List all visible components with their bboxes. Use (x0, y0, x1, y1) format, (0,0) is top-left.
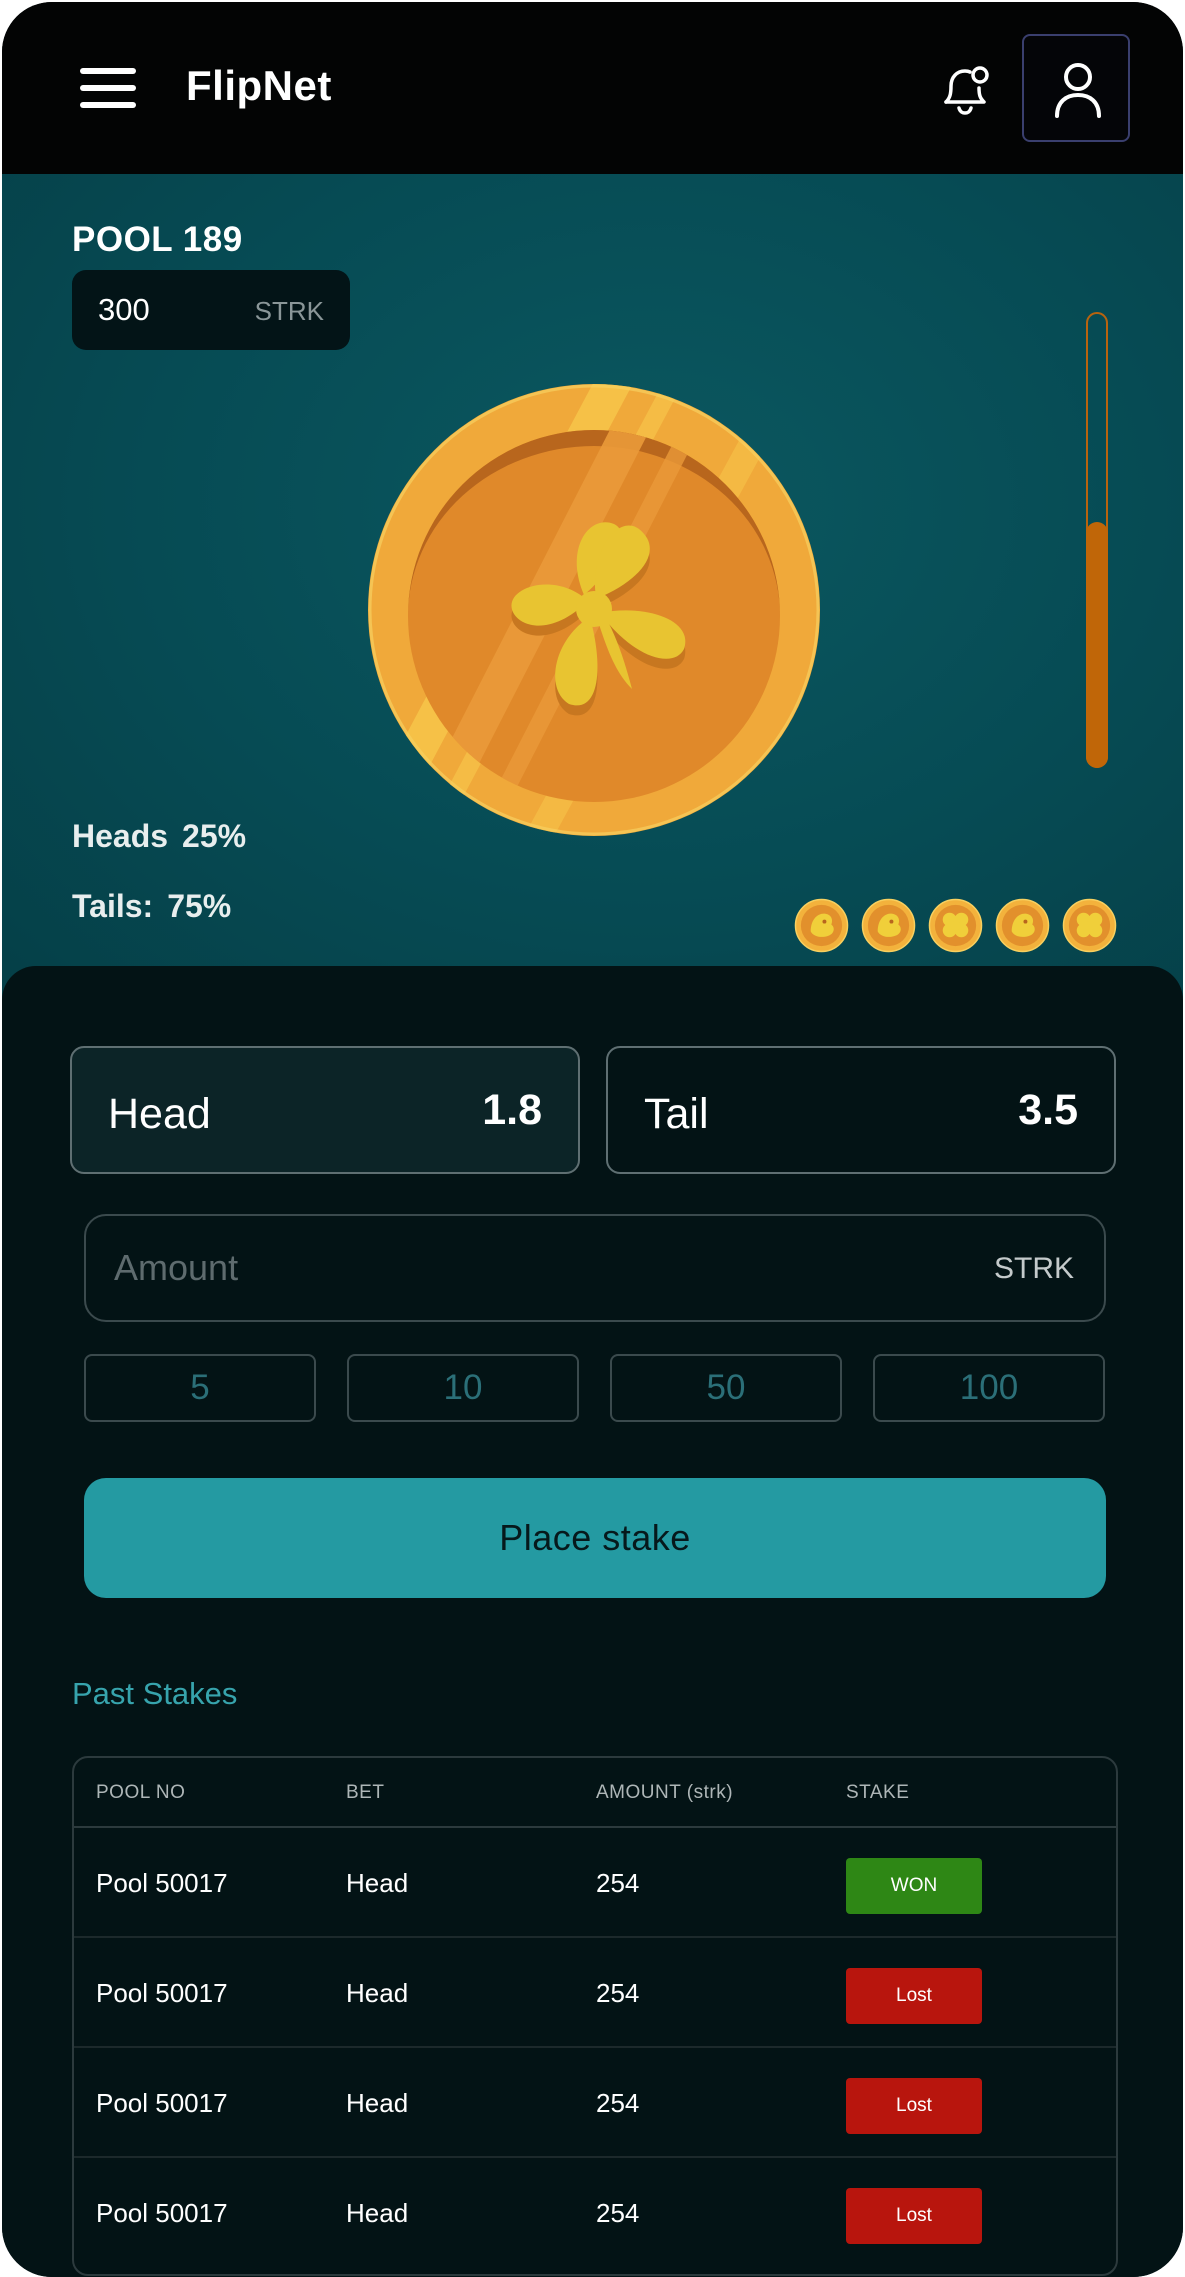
status-badge: Lost (846, 2078, 982, 2134)
table-row: Pool 50017 Head 254 Lost (74, 2048, 1116, 2158)
stake-panel: Head 1.8 Tail 3.5 STRK 5 10 50 100 Place… (2, 966, 1183, 2277)
quick-amount-100-button[interactable]: 100 (873, 1354, 1105, 1422)
pool-progress-fill (1086, 522, 1108, 768)
bet-cell: Head (346, 2088, 409, 2118)
head-label: Head (108, 1090, 211, 1138)
amount-cell: 254 (596, 2198, 640, 2228)
pool-hero: POOL 189 300 STRK Heads 25% Tails: 75% (2, 174, 1183, 1004)
head-option-button[interactable]: Head 1.8 (70, 1046, 580, 1174)
past-stakes-table: POOL NO BET AMOUNT (strk) STAKE Pool 500… (72, 1756, 1118, 2276)
recent-flips (794, 898, 1117, 954)
app-title: FlipNet (186, 62, 332, 109)
tails-pct: 75% (167, 888, 232, 924)
pool-cell: Pool 50017 (96, 2198, 228, 2228)
bet-cell: Head (346, 1868, 409, 1898)
column-header-amount: AMOUNT (strk) (596, 1782, 734, 1803)
pool-cell: Pool 50017 (96, 1978, 228, 2008)
heads-label: Heads (72, 818, 169, 854)
pool-cell: Pool 50017 (96, 1868, 228, 1898)
face-coin-icon (861, 898, 916, 953)
tail-option-button[interactable]: Tail 3.5 (606, 1046, 1116, 1174)
face-coin-icon (995, 898, 1050, 953)
column-header-stake: STAKE (846, 1782, 910, 1803)
heads-percentage: Heads 25% (72, 818, 246, 855)
heads-pct: 25% (182, 818, 247, 854)
clover-coin-icon (928, 898, 983, 953)
face-coin-icon (794, 898, 849, 953)
amount-cell: 254 (596, 2088, 640, 2118)
place-stake-button[interactable]: Place stake (84, 1478, 1106, 1598)
clover-coin-icon (1062, 898, 1117, 953)
pool-title: POOL 189 (72, 220, 243, 259)
tail-label: Tail (644, 1090, 709, 1138)
table-row: Pool 50017 Head 254 Lost (74, 1938, 1116, 2048)
bell-icon (944, 66, 989, 115)
table-header: POOL NO BET AMOUNT (strk) STAKE (74, 1758, 1116, 1828)
amount-cell: 254 (596, 1978, 640, 2008)
menu-icon-bar (80, 85, 136, 91)
user-icon (1055, 63, 1101, 118)
bet-cell: Head (346, 2198, 409, 2228)
app-screen: FlipNet POOL 189 300 STRK Heads 25% Tail… (2, 2, 1183, 2277)
status-badge: Lost (846, 1968, 982, 2024)
past-stakes-title: Past Stakes (72, 1676, 238, 1711)
table-row: Pool 50017 Head 254 WON (74, 1828, 1116, 1938)
amount-field: STRK (84, 1214, 1106, 1322)
quick-amount-10-button[interactable]: 10 (347, 1354, 579, 1422)
tails-percentage: Tails: 75% (72, 888, 231, 925)
menu-icon (80, 68, 136, 74)
bet-cell: Head (346, 1978, 409, 2008)
head-odd: 1.8 (482, 1086, 542, 1134)
tails-label: Tails: (72, 888, 154, 924)
pool-amount-box: 300 STRK (72, 270, 350, 350)
status-badge: Lost (846, 2188, 982, 2244)
pool-progress-bar (1086, 312, 1108, 768)
status-badge: WON (846, 1858, 982, 1914)
table-row: Pool 50017 Head 254 Lost (74, 2158, 1116, 2268)
quick-amount-5-button[interactable]: 5 (84, 1354, 316, 1422)
notification-button[interactable] (934, 58, 996, 120)
column-header-pool: POOL NO (96, 1782, 186, 1803)
amount-unit: STRK (993, 1252, 1074, 1285)
top-bar: FlipNet (2, 2, 1183, 174)
pool-amount-value: 300 (98, 292, 150, 327)
menu-icon-bar (80, 102, 136, 108)
column-header-bet: BET (346, 1782, 385, 1803)
amount-cell: 254 (596, 1868, 640, 1898)
quick-amount-50-button[interactable]: 50 (610, 1354, 842, 1422)
menu-button[interactable] (80, 64, 138, 112)
tail-odd: 3.5 (1018, 1086, 1078, 1134)
profile-button[interactable] (1022, 34, 1130, 142)
coin-clover-icon (368, 384, 820, 836)
amount-input[interactable] (114, 1240, 874, 1296)
pool-amount-unit: STRK (254, 296, 324, 326)
pool-cell: Pool 50017 (96, 2088, 228, 2118)
